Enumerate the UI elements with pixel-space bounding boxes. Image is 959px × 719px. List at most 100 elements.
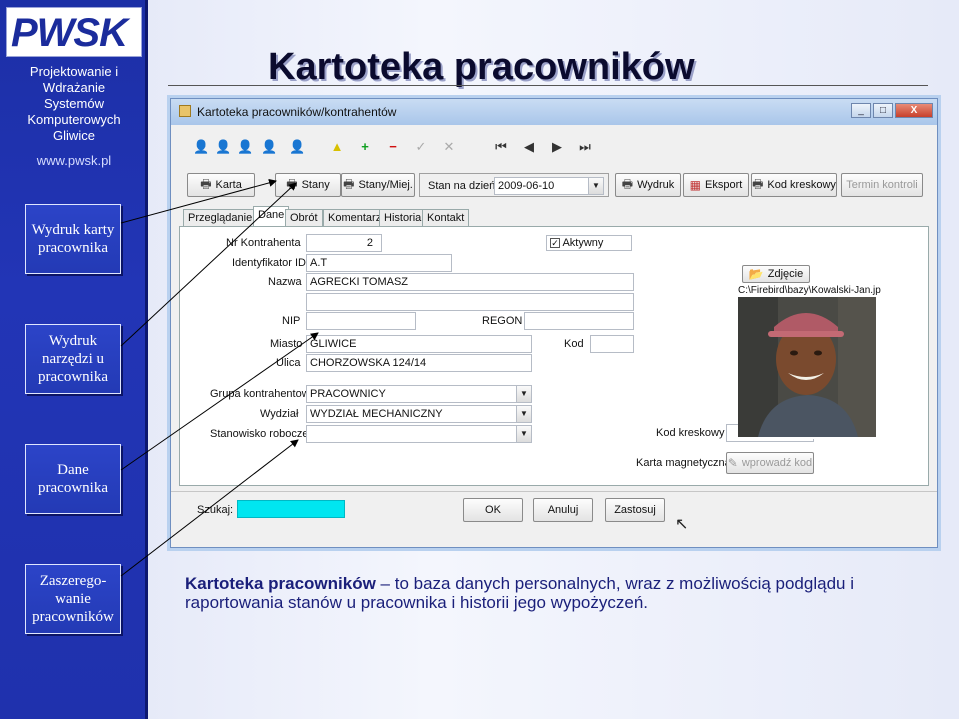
nav-button-wydruk-narzedzi[interactable]: Wydruk narzędzi u pracownika [25, 324, 121, 394]
printer-icon: 🖶 [621, 176, 634, 191]
aktywny-label: Aktywny [562, 237, 604, 249]
wydzial-select[interactable]: WYDZIAŁ MECHANICZNY ▼ [306, 405, 532, 423]
title-divider [168, 85, 928, 86]
nip-field[interactable] [306, 312, 416, 330]
date-picker[interactable]: 2009-06-10 ▼ [494, 177, 604, 195]
printer-icon: 🖶 [752, 176, 764, 191]
nazwa-field[interactable]: AGRECKI TOMASZ [306, 273, 634, 291]
wydruk-button[interactable]: 🖶 Wydruk [615, 173, 681, 197]
termin-kontroli-button[interactable]: Termin kontroli [841, 173, 923, 197]
checkbox-checked-icon: ✓ [550, 238, 560, 249]
stany-label: Stany [301, 179, 330, 191]
wydzial-label: Wydział [260, 408, 299, 420]
grupa-select[interactable]: PRACOWNICY ▼ [306, 385, 532, 403]
next-icon[interactable]: ▶ [549, 139, 565, 155]
nav-button-dane-pracownika[interactable]: Dane pracownika [25, 444, 121, 514]
grupa-value: PRACOWNICY [310, 388, 386, 400]
employee-portrait [738, 297, 876, 437]
stanowisko-select[interactable]: ▼ [306, 425, 532, 443]
app-window: Kartoteka pracowników/kontrahentów _ □ X… [170, 98, 938, 548]
person-icon[interactable]: 👤 [193, 139, 209, 155]
date-value: 2009-06-10 [498, 180, 555, 192]
nav-button-wydruk-karty[interactable]: Wydruk karty pracownika [25, 204, 121, 274]
cancel-icon[interactable]: ✕ [441, 139, 457, 155]
karta-label: Karta [215, 179, 242, 191]
wprowadz-kod-button[interactable]: ✎ wprowadź kod [726, 452, 814, 474]
last-icon[interactable]: ⏭ [577, 139, 593, 155]
stany-miej-button[interactable]: 🖶 Stany/Miej. [341, 173, 415, 197]
person-icon[interactable]: 👤 [289, 139, 305, 155]
company-line: Komputerowych [27, 112, 121, 127]
tab-obrot[interactable]: Obrót [285, 209, 323, 226]
page-title: Kartoteka pracowników [268, 46, 695, 88]
stan-na-dzien-group: Stan na dzień: 2009-06-10 ▼ [419, 173, 609, 197]
mouse-cursor-icon: ↖ [675, 516, 689, 533]
zastosuj-button[interactable]: Zastosuj [605, 498, 665, 522]
caption-bold: Kartoteka pracowników [185, 574, 376, 593]
minimize-button[interactable]: _ [851, 103, 871, 118]
prev-icon[interactable]: ◀ [521, 139, 537, 155]
nav-button-label: Zaszerego-wanie pracowników [32, 573, 114, 625]
first-icon[interactable]: ⏮ [493, 139, 509, 155]
tab-przegladanie[interactable]: Przeglądanie [183, 209, 258, 226]
termin-kontroli-label: Termin kontroli [846, 179, 918, 191]
miasto-field[interactable]: GLIWICE [306, 335, 532, 353]
search-input[interactable] [237, 500, 345, 518]
kod-kreskowy-button[interactable]: 🖶 Kod kreskowy [751, 173, 837, 197]
chevron-down-icon: ▼ [516, 386, 531, 402]
logo-text: PWSK [11, 11, 128, 55]
nav-button-label: Dane pracownika [38, 462, 108, 496]
identyfikator-field[interactable]: A.T [306, 254, 452, 272]
kod-field[interactable] [590, 335, 634, 353]
window-titlebar: Kartoteka pracowników/kontrahentów _ □ X [171, 99, 937, 125]
nazwa-line2-field[interactable] [306, 293, 634, 311]
tab-historia[interactable]: Historia [379, 209, 427, 226]
person-icon[interactable]: 👤 [237, 139, 253, 155]
close-button[interactable]: X [895, 103, 933, 118]
stany-button[interactable]: 🖶 Stany [275, 173, 341, 197]
folder-icon: 📂 [748, 267, 764, 281]
person-icon[interactable]: 👤 [261, 139, 277, 155]
company-line: Projektowanie i [29, 64, 119, 79]
miasto-label: Miasto [270, 338, 303, 350]
stany-miej-label: Stany/Miej. [358, 179, 413, 191]
nav-button-zaszeregowanie[interactable]: Zaszerego-wanie pracowników [25, 564, 121, 634]
zdjecie-label: Zdjęcie [767, 268, 804, 280]
karta-button[interactable]: 🖶 Karta [187, 173, 255, 197]
nip-label: NIP [282, 315, 301, 327]
nr-kontrahenta-field[interactable]: 2 [306, 234, 382, 252]
website-link[interactable]: www.pwsk.pl [0, 153, 148, 168]
ok-button[interactable]: OK [463, 498, 523, 522]
maximize-button[interactable]: □ [873, 103, 893, 118]
person-icon[interactable]: 👤 [215, 139, 231, 155]
printer-icon: 🖶 [286, 176, 298, 191]
tab-dane[interactable]: Dane [253, 206, 290, 227]
check-icon[interactable]: ✓ [413, 139, 429, 155]
ulica-field[interactable]: CHORZOWSKA 124/14 [306, 354, 532, 372]
company-line: Systemów [44, 96, 104, 111]
chevron-down-icon: ▼ [516, 426, 531, 442]
tab-kontakt[interactable]: Kontakt [422, 209, 470, 226]
tab-panel-dane: Nr Kontrahenta 2 ✓ Aktywny Identyfikator… [179, 226, 929, 486]
minus-icon[interactable]: − [385, 139, 401, 155]
export-icon: ▦ [689, 178, 702, 192]
regon-field[interactable] [524, 312, 634, 330]
aktywny-checkbox[interactable]: ✓ Aktywny [546, 235, 632, 251]
arrow-up-icon[interactable]: ▲ [329, 139, 345, 155]
zdjecie-button[interactable]: 📂 Zdjęcie [742, 265, 810, 283]
stanowisko-label: Stanowisko robocze [210, 428, 309, 440]
photo-panel: 📂 Zdjęcie C:\Firebird\bazy\Kowalski-Jan.j… [738, 261, 881, 439]
wydzial-value: WYDZIAŁ MECHANICZNY [310, 408, 443, 420]
szukaj-label: Szukaj: [197, 504, 234, 516]
identyfikator-label: Identyfikator ID [232, 257, 306, 269]
plus-icon[interactable]: + [357, 139, 373, 155]
nr-kontrahenta-label: Nr Kontrahenta [226, 237, 301, 249]
anuluj-button[interactable]: Anuluj [533, 498, 593, 522]
company-name: Projektowanie i Wdrażanie Systemów Kompu… [0, 64, 148, 144]
tab-komentarz[interactable]: Komentarz [323, 209, 387, 226]
stan-na-dzien-label: Stan na dzień: [428, 180, 499, 192]
kod-kreskowy-btn-label: Kod kreskowy [767, 179, 836, 191]
eksport-button[interactable]: ▦ Eksport [683, 173, 749, 197]
nazwa-label: Nazwa [268, 276, 302, 288]
app-icon [179, 105, 191, 117]
